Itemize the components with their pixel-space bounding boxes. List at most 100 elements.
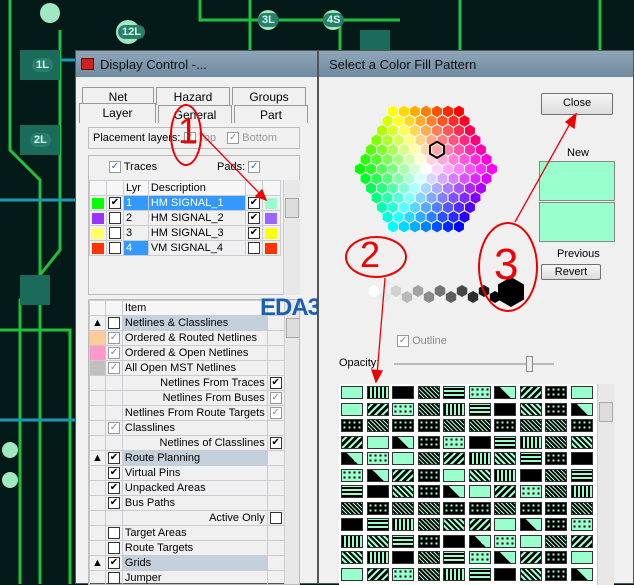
item-color-cell[interactable] <box>90 331 106 346</box>
fill-pattern-cell[interactable] <box>341 485 363 498</box>
item-row[interactable]: ✓Classlines <box>90 421 285 436</box>
fill-pattern-cell[interactable] <box>367 568 389 581</box>
item-checkbox[interactable] <box>105 511 122 526</box>
item-option-checkbox[interactable]: ✓ <box>267 406 284 421</box>
fill-pattern-cell[interactable] <box>392 518 414 531</box>
fill-pattern-cell[interactable] <box>367 436 389 449</box>
layer-row[interactable]: ✔1HM SIGNAL_1✔ <box>90 196 281 211</box>
layer-color-swatch[interactable] <box>90 196 107 211</box>
item-option-checkbox[interactable]: ✓ <box>267 391 284 406</box>
fill-pattern-cell[interactable] <box>367 419 389 432</box>
fill-pattern-cell[interactable] <box>494 469 516 482</box>
fill-pattern-cell[interactable] <box>469 551 491 564</box>
pad-color-swatch[interactable] <box>263 226 281 241</box>
pad-color-swatch[interactable] <box>263 241 281 256</box>
fill-pattern-cell[interactable] <box>418 469 440 482</box>
item-row[interactable]: ▲✔Route Planning <box>90 451 285 466</box>
item-color-cell[interactable] <box>90 391 106 406</box>
fill-pattern-cell[interactable] <box>443 568 465 581</box>
item-row[interactable]: ✔Virtual Pins <box>90 466 285 481</box>
fill-pattern-cell[interactable] <box>545 419 567 432</box>
item-color-cell[interactable] <box>90 466 106 481</box>
fill-pattern-cell[interactable] <box>469 535 491 548</box>
item-color-cell[interactable] <box>90 526 106 541</box>
fill-pattern-cell[interactable] <box>443 469 465 482</box>
fill-pattern-cell[interactable] <box>367 485 389 498</box>
fill-pattern-cell[interactable] <box>418 386 440 399</box>
item-option-checkbox[interactable] <box>267 346 284 361</box>
layer-visible-checkbox[interactable] <box>107 226 124 241</box>
item-color-cell[interactable] <box>90 511 106 526</box>
fill-pattern-cell[interactable] <box>443 502 465 515</box>
pad-checkbox[interactable]: ✔ <box>246 211 263 226</box>
fill-pattern-cell[interactable] <box>469 436 491 449</box>
fill-pattern-cell[interactable] <box>520 551 542 564</box>
item-row[interactable]: Jumper <box>90 571 285 585</box>
layer-row[interactable]: 4VM SIGNAL_4 <box>90 241 281 256</box>
item-option-checkbox[interactable] <box>267 481 284 496</box>
layer-scrollbar[interactable] <box>283 180 300 295</box>
fill-pattern-cell[interactable] <box>418 403 440 416</box>
fill-pattern-cell[interactable] <box>341 518 363 531</box>
collapse-arrow-icon[interactable]: ▲ <box>90 451 106 466</box>
item-option-checkbox[interactable] <box>267 331 284 346</box>
fill-pattern-cell[interactable] <box>545 452 567 465</box>
item-option-checkbox[interactable] <box>267 451 284 466</box>
item-row[interactable]: ✓All Open MST Netlines <box>90 361 285 376</box>
fill-pattern-cell[interactable] <box>367 502 389 515</box>
item-row[interactable]: ✔Bus Paths <box>90 496 285 511</box>
fill-pattern-cell[interactable] <box>469 485 491 498</box>
item-checkbox[interactable]: ✔ <box>105 466 122 481</box>
fill-pattern-cell[interactable] <box>443 436 465 449</box>
fill-pattern-cell[interactable] <box>520 419 542 432</box>
fill-pattern-cell[interactable] <box>443 419 465 432</box>
fill-pattern-cell[interactable] <box>520 469 542 482</box>
pad-checkbox[interactable]: ✔ <box>246 226 263 241</box>
scroll-thumb[interactable] <box>285 198 299 218</box>
fill-pattern-cell[interactable] <box>494 568 516 581</box>
item-option-checkbox[interactable] <box>267 421 284 436</box>
fill-pattern-cell[interactable] <box>367 386 389 399</box>
layer-visible-checkbox[interactable] <box>107 241 124 256</box>
item-row[interactable]: Netlines From Route Targets✓ <box>90 406 285 421</box>
item-option-checkbox[interactable] <box>267 496 284 511</box>
fill-pattern-cell[interactable] <box>341 502 363 515</box>
item-color-cell[interactable] <box>90 571 106 585</box>
fill-pattern-cell[interactable] <box>341 568 363 581</box>
opacity-slider-thumb[interactable] <box>526 356 533 372</box>
fill-pattern-cell[interactable] <box>469 469 491 482</box>
item-row[interactable]: Active Only <box>90 511 285 526</box>
item-row[interactable]: ✓Ordered & Routed Netlines <box>90 331 285 346</box>
fill-pattern-cell[interactable] <box>469 403 491 416</box>
fill-pattern-cell[interactable] <box>494 485 516 498</box>
pads-checkbox[interactable]: ✓ <box>248 161 260 173</box>
layer-row[interactable]: 2HM SIGNAL_2✔ <box>90 211 281 226</box>
fill-pattern-cell[interactable] <box>469 502 491 515</box>
fill-pattern-cell[interactable] <box>545 485 567 498</box>
fill-pattern-cell[interactable] <box>418 419 440 432</box>
layer-visible-checkbox[interactable]: ✔ <box>107 196 124 211</box>
item-checkbox[interactable] <box>105 436 122 451</box>
fill-pattern-cell[interactable] <box>392 469 414 482</box>
item-row[interactable]: ✔Unpacked Areas <box>90 481 285 496</box>
fill-pattern-cell[interactable] <box>341 403 363 416</box>
fill-pattern-cell[interactable] <box>367 551 389 564</box>
item-row[interactable]: Netlines From Buses✓ <box>90 391 285 406</box>
item-color-cell[interactable] <box>90 481 106 496</box>
fill-pattern-cell[interactable] <box>418 502 440 515</box>
item-row[interactable]: ▲Netlines & Classlines <box>90 316 285 331</box>
layer-row[interactable]: 3HM SIGNAL_3✔ <box>90 226 281 241</box>
fill-pattern-cell[interactable] <box>520 452 542 465</box>
fill-pattern-cell[interactable] <box>494 403 516 416</box>
fill-pattern-cell[interactable] <box>571 452 593 465</box>
fill-pattern-cell[interactable] <box>367 535 389 548</box>
item-color-cell[interactable] <box>90 436 106 451</box>
item-row[interactable]: ▲✔Grids <box>90 556 285 571</box>
item-color-cell[interactable] <box>90 421 106 436</box>
fill-pattern-grid[interactable] <box>339 384 597 585</box>
fill-pattern-cell[interactable] <box>469 386 491 399</box>
fill-pattern-cell[interactable] <box>545 535 567 548</box>
item-option-checkbox[interactable] <box>267 466 284 481</box>
fill-pattern-cell[interactable] <box>571 419 593 432</box>
fill-pattern-cell[interactable] <box>469 568 491 581</box>
